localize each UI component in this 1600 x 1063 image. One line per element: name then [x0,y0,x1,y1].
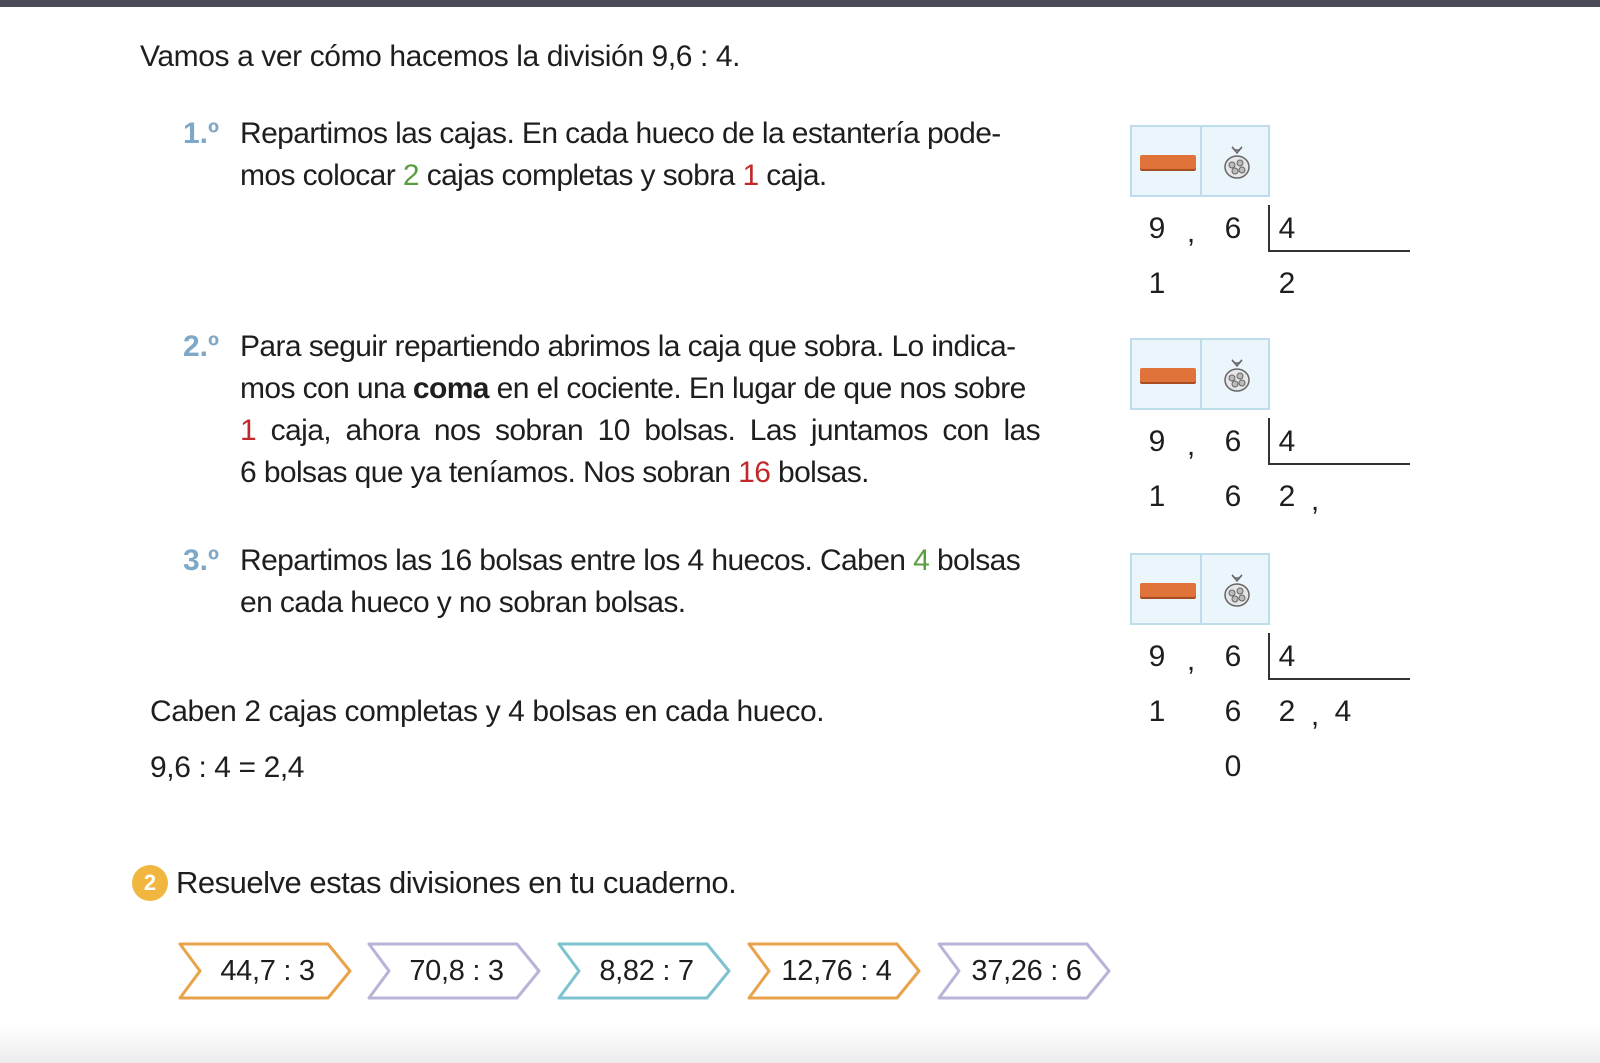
exercise-title: Resuelve estas divisiones en tu cuaderno… [176,865,737,900]
dividend-digit: 6 [1224,425,1242,458]
exercise-item-5[interactable]: 37,26 : 6 [937,942,1112,1000]
dividend-comma: , [1186,644,1196,677]
quotient-digit: 2 [1278,480,1296,513]
result-equation: 9,6 : 4 = 2,4 [150,751,305,784]
dividend-comma: , [1186,429,1196,462]
dividend-digit: 9 [1148,425,1166,458]
box-icon [1140,155,1196,169]
dividend-digit: 9 [1148,640,1166,673]
division-3: 9 , 6 4 1 6 2 , 4 0 [1130,553,1430,783]
bottom-edge [0,1023,1600,1063]
step-1-text: Repartimos las cajas. En cada hueco de l… [240,113,1060,197]
divisor: 4 [1278,640,1296,673]
divisor: 4 [1278,212,1296,245]
step-2-number: 2.º [183,330,219,363]
shelf-3 [1130,553,1270,625]
quotient-digit: 2 [1278,695,1296,728]
bag-icon [1224,359,1250,392]
summary-text: Caben 2 cajas completas y 4 bolsas en ca… [150,695,825,728]
division-1: 9 , 6 4 1 2 [1130,125,1430,325]
step-2-line-4: 6 bolsas que ya teníamos. Nos sobran 16 … [240,456,869,489]
quotient-comma: , [1310,699,1320,732]
dividend-comma: , [1186,216,1196,249]
bag-icon [1224,146,1250,179]
step-1-line-1: Repartimos las cajas. En cada hueco de l… [240,117,1001,150]
quotient-digit: 2 [1278,267,1296,300]
step-2-line-3: 1 caja, ahora nos sobran 10 bolsas. Las … [240,414,1041,447]
step-3-number: 3.º [183,544,219,577]
remainder: 1 [1148,480,1166,513]
step-1-line-2: mos colocar 2 cajas completas y sobra 1 … [240,159,827,192]
remainder: 1 [1148,267,1166,300]
final-remainder: 0 [1224,750,1242,783]
exercise-item-1[interactable]: 44,7 : 3 [178,942,353,1000]
step-2-line-2: mos con una coma en el cociente. En luga… [240,372,1026,405]
box-icon [1140,368,1196,382]
exercise-item-4[interactable]: 12,76 : 4 [747,942,922,1000]
exercise-item-2[interactable]: 70,8 : 3 [367,942,542,1000]
step-2-text: Para seguir repartiendo abrimos la caja … [240,326,1041,494]
intro-text: Vamos a ver cómo hacemos la división 9,6… [140,40,741,73]
quotient-digit: 4 [1334,695,1352,728]
exercise-2-header: 2 Resuelve estas divisiones en tu cuader… [132,865,737,901]
dividend-digit: 6 [1224,640,1242,673]
divisor: 4 [1278,425,1296,458]
quotient-comma: , [1310,484,1320,517]
exercise-number-badge: 2 [132,865,168,901]
exercise-item-3[interactable]: 8,82 : 7 [557,942,732,1000]
division-2: 9 , 6 4 1 6 2 , [1130,338,1430,538]
step-1-number: 1.º [183,117,219,150]
step-2-line-1: Para seguir repartiendo abrimos la caja … [240,330,1016,363]
step-3-line-1: Repartimos las 16 bolsas entre los 4 hue… [240,544,1021,577]
box-icon [1140,583,1196,597]
step-3-text: Repartimos las 16 bolsas entre los 4 hue… [240,540,1060,624]
bag-icon [1224,574,1250,607]
remainder: 6 [1224,480,1242,513]
shelf-1 [1130,125,1270,197]
step-3-line-2: en cada hueco y no sobran bolsas. [240,586,686,619]
dividend-digit: 6 [1224,212,1242,245]
top-bar [0,0,1600,7]
dividend-digit: 9 [1148,212,1166,245]
shelf-2 [1130,338,1270,410]
remainder: 1 [1148,695,1166,728]
remainder: 6 [1224,695,1242,728]
